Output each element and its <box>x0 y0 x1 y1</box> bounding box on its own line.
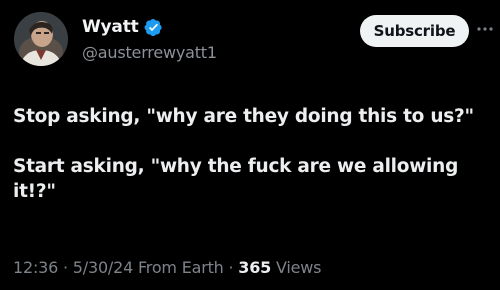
meta-separator: · <box>63 258 68 277</box>
more-options-icon[interactable] <box>474 19 496 39</box>
tweet-source: From Earth <box>137 258 224 277</box>
views-label: Views <box>275 258 322 277</box>
avatar[interactable] <box>14 12 68 66</box>
tweet-meta: 12:36 · 5/30/24 From Earth · 365 Views <box>13 258 321 277</box>
tweet-card: Wyatt @austerrewyatt1 Subscribe Stop ask… <box>0 0 500 290</box>
profile-photo-icon <box>14 12 68 66</box>
verified-badge-icon <box>144 18 163 37</box>
tweet-paragraph: Start asking, "why the fuck are we allow… <box>13 156 459 202</box>
tweet-date[interactable]: 5/30/24 <box>73 258 133 277</box>
views-count: 365 <box>238 258 272 277</box>
tweet-text: Stop asking, "why are they doing this to… <box>13 104 491 204</box>
author-handle[interactable]: @austerrewyatt1 <box>82 43 217 62</box>
meta-separator: · <box>228 258 234 277</box>
tweet-time[interactable]: 12:36 <box>13 258 58 277</box>
author-display-name[interactable]: Wyatt <box>82 17 139 37</box>
author-name-row[interactable]: Wyatt <box>82 16 163 38</box>
subscribe-button[interactable]: Subscribe <box>360 15 469 47</box>
tweet-paragraph: Stop asking, "why are they doing this to… <box>13 106 474 127</box>
